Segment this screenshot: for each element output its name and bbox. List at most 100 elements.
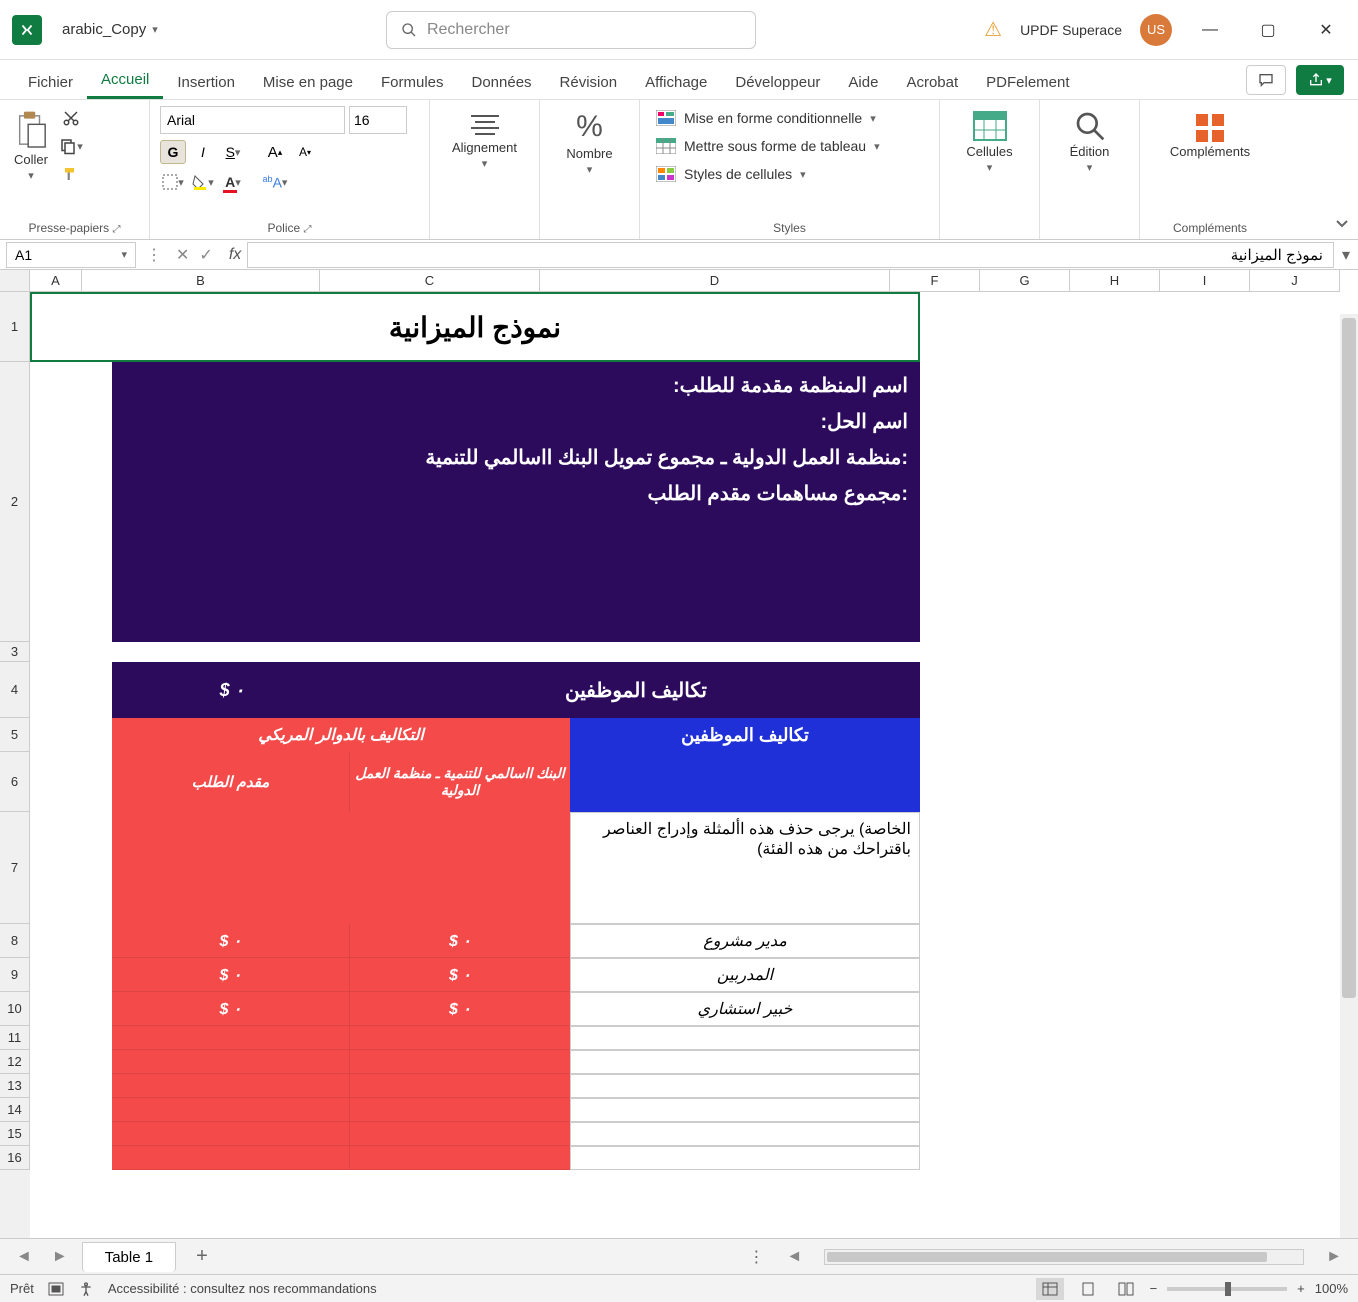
view-page-layout-button[interactable] xyxy=(1074,1278,1102,1300)
decrease-font-button[interactable]: A▾ xyxy=(292,140,318,164)
tab-insertion[interactable]: Insertion xyxy=(163,66,249,99)
search-box[interactable]: Rechercher xyxy=(386,11,756,49)
font-name-select[interactable] xyxy=(160,106,345,134)
col-header-j[interactable]: J xyxy=(1250,270,1340,292)
underline-button[interactable]: S▾ xyxy=(220,140,246,164)
add-sheet-button[interactable]: + xyxy=(184,1245,220,1268)
accessibility-icon[interactable] xyxy=(78,1281,94,1297)
user-avatar[interactable]: US xyxy=(1140,14,1172,46)
tab-pdfelement[interactable]: PDFelement xyxy=(972,66,1083,99)
col-header-i[interactable]: I xyxy=(1160,270,1250,292)
col-header-b[interactable]: B xyxy=(82,270,320,292)
table-row[interactable] xyxy=(112,1098,920,1122)
row-header[interactable]: 10 xyxy=(0,992,30,1026)
row-header[interactable]: 9 xyxy=(0,958,30,992)
section-header-row[interactable]: $ ٠ تكاليف الموظفين xyxy=(112,662,920,718)
number-button[interactable]: % Nombre ▾ xyxy=(550,106,629,180)
col-header-g[interactable]: G xyxy=(980,270,1070,292)
sheet-prev-icon[interactable]: ◄ xyxy=(10,1248,38,1266)
maximize-button[interactable]: ▢ xyxy=(1248,10,1288,50)
row-header[interactable]: 8 xyxy=(0,924,30,958)
zoom-in-button[interactable]: + xyxy=(1297,1281,1305,1296)
zoom-handle[interactable] xyxy=(1225,1282,1231,1296)
increase-font-button[interactable]: A▴ xyxy=(262,140,288,164)
table-row[interactable] xyxy=(112,1050,920,1074)
row-header[interactable]: 12 xyxy=(0,1050,30,1074)
row-header[interactable]: 7 xyxy=(0,812,30,924)
cells-area[interactable]: نموذج الميزانية اسم المنظمة مقدمة للطلب:… xyxy=(30,292,1358,1238)
scrollbar-thumb[interactable] xyxy=(827,1252,1267,1262)
sheet-menu-icon[interactable]: ⋮ xyxy=(740,1247,772,1267)
table-row[interactable]: $ ٠ $ ٠ خبير استشاري xyxy=(112,992,920,1026)
file-name[interactable]: arabic_Copy ▾ xyxy=(62,21,158,38)
row-header[interactable]: 14 xyxy=(0,1098,30,1122)
col-header-c[interactable]: C xyxy=(320,270,540,292)
close-button[interactable]: ✕ xyxy=(1306,10,1346,50)
updf-label[interactable]: UPDF Superace xyxy=(1020,22,1122,38)
row-header[interactable]: 4 xyxy=(0,662,30,718)
zoom-slider[interactable] xyxy=(1167,1287,1287,1291)
italic-button[interactable]: I xyxy=(190,140,216,164)
cell-purple-header[interactable]: اسم المنظمة مقدمة للطلب: اسم الحل: :منظم… xyxy=(112,362,920,642)
formula-input[interactable]: نموذج الميزانية xyxy=(247,242,1334,268)
row-header[interactable]: 1 xyxy=(0,292,30,362)
fill-color-button[interactable]: ▾ xyxy=(190,170,216,194)
phonetic-button[interactable]: abA▾ xyxy=(262,170,288,194)
sheet-next-icon[interactable]: ► xyxy=(46,1248,74,1266)
tab-accueil[interactable]: Accueil xyxy=(87,63,163,99)
row-header[interactable]: 3 xyxy=(0,642,30,662)
font-color-button[interactable]: A▾ xyxy=(220,170,246,194)
paste-button[interactable]: Coller ▾ xyxy=(10,106,52,186)
row-header[interactable]: 15 xyxy=(0,1122,30,1146)
dialog-launcher-icon[interactable]: ⤢ xyxy=(304,224,312,235)
expand-formula-icon[interactable]: ▾ xyxy=(1334,245,1358,265)
addins-button[interactable]: Compléments xyxy=(1150,106,1270,163)
instruction-row[interactable]: الخاصة) يرجى حذف هذه األمثلة وإدراج العن… xyxy=(112,812,920,924)
row-header[interactable]: 11 xyxy=(0,1026,30,1050)
name-box[interactable]: A1 ▾ xyxy=(6,242,136,268)
view-normal-button[interactable] xyxy=(1036,1278,1064,1300)
scrollbar-thumb[interactable] xyxy=(1342,318,1356,998)
column-headers-row[interactable]: مقدم الطلب البنك ااسالمي للتنمية ـ منظمة… xyxy=(112,752,920,812)
comments-button[interactable] xyxy=(1246,65,1286,95)
select-all-corner[interactable] xyxy=(0,270,30,292)
vertical-scrollbar[interactable] xyxy=(1340,314,1358,1238)
table-row[interactable] xyxy=(112,1026,920,1050)
tab-affichage[interactable]: Affichage xyxy=(631,66,721,99)
tab-aide[interactable]: Aide xyxy=(834,66,892,99)
accessibility-text[interactable]: Accessibilité : consultez nos recommanda… xyxy=(108,1281,377,1296)
col-header-f[interactable]: F xyxy=(890,270,980,292)
row-header[interactable]: 2 xyxy=(0,362,30,642)
zoom-level[interactable]: 100% xyxy=(1315,1281,1348,1296)
cell-styles-button[interactable]: Styles de cellules▾ xyxy=(650,162,929,186)
hscroll-left-icon[interactable]: ◄ xyxy=(780,1248,808,1266)
editing-button[interactable]: Édition ▾ xyxy=(1050,106,1129,178)
horizontal-scrollbar[interactable] xyxy=(824,1249,1304,1265)
copy-button[interactable]: ▾ xyxy=(58,134,84,158)
row-header[interactable]: 16 xyxy=(0,1146,30,1170)
tab-formules[interactable]: Formules xyxy=(367,66,458,99)
row-header[interactable]: 6 xyxy=(0,752,30,812)
accept-formula-icon[interactable]: ✓ xyxy=(195,245,216,265)
table-row[interactable]: $ ٠ $ ٠ مدير مشروع xyxy=(112,924,920,958)
cells-button[interactable]: Cellules ▾ xyxy=(950,106,1029,178)
font-size-select[interactable] xyxy=(349,106,407,134)
cancel-formula-icon[interactable]: ✕ xyxy=(172,245,193,265)
format-as-table-button[interactable]: Mettre sous forme de tableau▾ xyxy=(650,134,929,158)
zoom-out-button[interactable]: − xyxy=(1150,1281,1158,1296)
tab-donnees[interactable]: Données xyxy=(458,66,546,99)
fx-icon[interactable]: fx xyxy=(223,246,247,264)
table-row[interactable] xyxy=(112,1146,920,1170)
cell-title[interactable]: نموذج الميزانية xyxy=(30,292,920,362)
macro-icon[interactable] xyxy=(48,1282,64,1296)
tab-developpeur[interactable]: Développeur xyxy=(721,66,834,99)
conditional-formatting-button[interactable]: Mise en forme conditionnelle▾ xyxy=(650,106,929,130)
name-box-menu[interactable]: ⋮ xyxy=(142,245,166,265)
cut-button[interactable] xyxy=(58,106,84,130)
collapse-ribbon-button[interactable] xyxy=(1334,215,1350,231)
tab-revision[interactable]: Révision xyxy=(546,66,632,99)
hscroll-right-icon[interactable]: ► xyxy=(1320,1248,1348,1266)
col-header-a[interactable]: A xyxy=(30,270,82,292)
row-header[interactable]: 5 xyxy=(0,718,30,752)
table-row[interactable]: $ ٠ $ ٠ المدربين xyxy=(112,958,920,992)
